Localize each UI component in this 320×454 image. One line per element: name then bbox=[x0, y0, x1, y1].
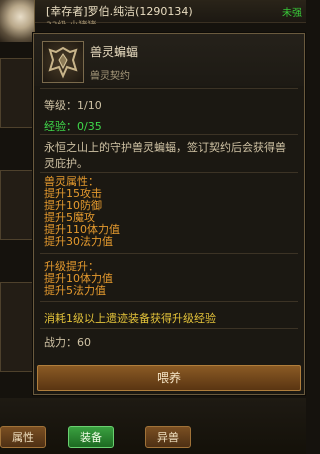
player-subline: 33级 小猪猪 bbox=[46, 18, 96, 24]
item-tooltip: 兽灵蝙蝠 兽灵契约 等级：1/10 经验：0/35 永恒之山上的守护兽灵蝙蝠，签… bbox=[33, 33, 305, 395]
bat-spirit-icon bbox=[42, 41, 84, 83]
player-name: [幸存者]罗伯.纯洁(1290134) bbox=[46, 5, 193, 18]
divider bbox=[40, 253, 298, 254]
equip-slot-2[interactable] bbox=[0, 170, 34, 240]
tab-beasts[interactable]: 异兽 bbox=[145, 426, 191, 448]
consume-note: 消耗1级以上遗迹装备获得升级经验 bbox=[44, 312, 216, 325]
tab-attributes[interactable]: 属性 bbox=[0, 426, 46, 448]
player-avatar[interactable] bbox=[0, 0, 35, 42]
attr-line: 提升30法力值 bbox=[44, 235, 113, 248]
feed-button[interactable]: 喂养 bbox=[37, 365, 301, 391]
power-text: 战力：60 bbox=[44, 336, 91, 349]
divider bbox=[40, 172, 298, 173]
divider bbox=[40, 301, 298, 302]
divider bbox=[40, 328, 298, 329]
equip-slot-1[interactable] bbox=[0, 58, 34, 128]
upgrade-line: 提升5法力值 bbox=[44, 284, 106, 297]
equip-slot-3[interactable] bbox=[0, 282, 34, 372]
item-description: 永恒之山上的守护兽灵蝙蝠，签订契约后会获得兽灵庇护。 bbox=[44, 141, 286, 170]
tab-equipment[interactable]: 装备 bbox=[68, 426, 114, 448]
divider bbox=[40, 88, 298, 89]
status-tag: 未强 bbox=[282, 8, 302, 19]
upgrade-attributes: 升级提升： 提升10体力值 提升5法力值 bbox=[44, 261, 113, 297]
item-name: 兽灵蝙蝠 bbox=[90, 45, 139, 59]
level-text: 等级：1/10 bbox=[44, 99, 102, 112]
item-type: 兽灵契约 bbox=[90, 71, 130, 82]
divider bbox=[40, 134, 298, 135]
beast-attributes: 兽灵属性： 提升15攻击 提升10防御 提升5魔攻 提升110体力值 提升30法… bbox=[44, 176, 120, 248]
exp-text: 经验：0/35 bbox=[44, 120, 102, 133]
